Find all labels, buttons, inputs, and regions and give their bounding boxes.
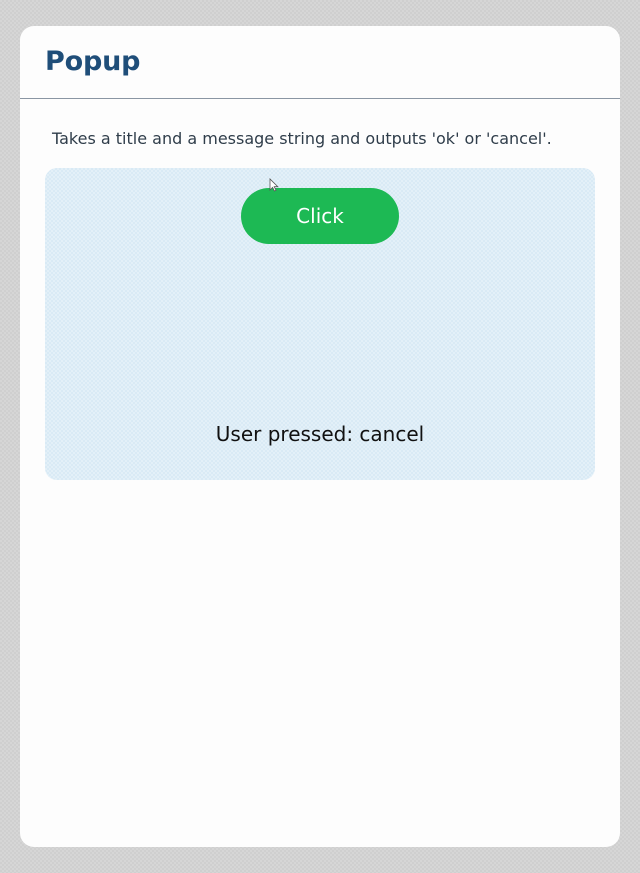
demo-area: Click User pressed: cancel bbox=[45, 168, 595, 480]
card-header: Popup bbox=[20, 26, 620, 99]
click-button[interactable]: Click bbox=[241, 188, 399, 244]
page-title: Popup bbox=[45, 46, 141, 77]
popup-card: Popup Takes a title and a message string… bbox=[20, 26, 620, 847]
result-text: User pressed: cancel bbox=[215, 422, 425, 446]
mouse-pointer-icon bbox=[269, 178, 279, 192]
component-description: Takes a title and a message string and o… bbox=[52, 129, 552, 148]
